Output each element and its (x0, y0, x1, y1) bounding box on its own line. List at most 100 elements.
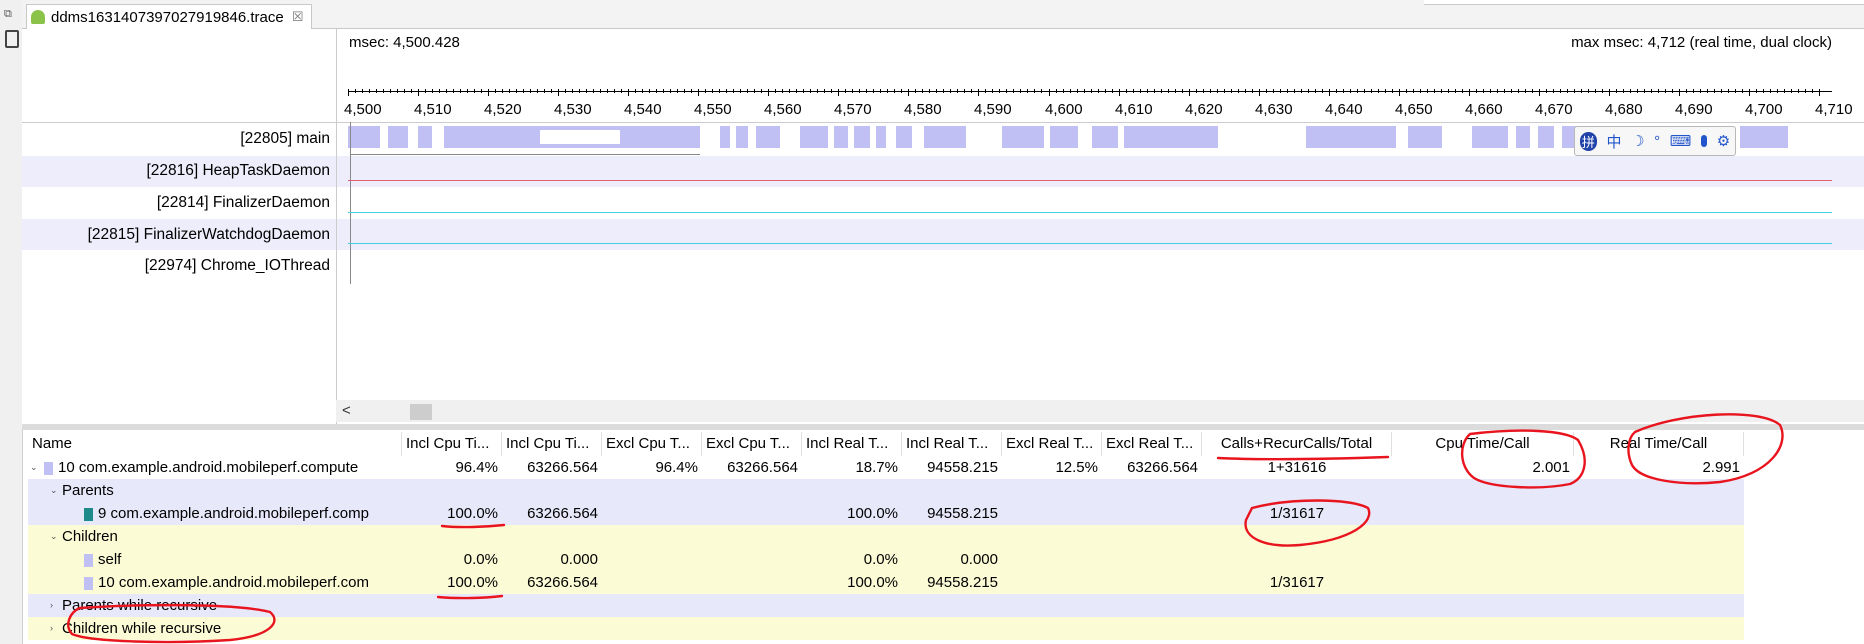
thread-label[interactable]: [22805] main (22, 123, 336, 154)
microphone-icon[interactable] (1701, 135, 1708, 147)
cpu-segment[interactable] (1408, 126, 1442, 148)
table-row[interactable]: 9 com.example.android.mobileperf.comp 100… (28, 502, 1744, 525)
table-row[interactable]: 10 com.example.android.mobileperf.com 100… (28, 571, 1744, 594)
ruler-minor-tick (1266, 89, 1267, 93)
ruler-minor-tick (1490, 89, 1491, 93)
column-header[interactable]: Excl Real T... (1102, 432, 1202, 456)
collapse-toggle-icon[interactable]: ⌄ (50, 479, 58, 502)
cpu-segment[interactable] (876, 126, 886, 148)
ruler-minor-tick (1784, 89, 1785, 93)
cpu-segment[interactable] (800, 126, 828, 148)
chinese-mode-icon[interactable]: 中 (1606, 131, 1621, 152)
ruler-minor-tick (467, 89, 468, 93)
cpu-segment[interactable] (1002, 126, 1044, 148)
cpu-segment[interactable] (1050, 126, 1078, 148)
ruler-minor-tick (810, 89, 811, 93)
cpu-segment[interactable] (1124, 126, 1218, 148)
cpu-segment[interactable] (418, 126, 432, 148)
collapse-toggle-icon[interactable]: ⌄ (30, 456, 38, 479)
column-header[interactable]: Incl Cpu Ti... (502, 432, 602, 456)
punctuation-icon[interactable]: ° (1654, 133, 1660, 150)
ruler-minor-tick (1546, 89, 1547, 93)
scrollbar-thumb[interactable] (410, 404, 432, 420)
table-cell: 100.0% (847, 574, 898, 591)
ruler-minor-tick (1070, 89, 1071, 93)
column-header[interactable]: Calls+RecurCalls/Total (1202, 432, 1392, 456)
ruler-minor-tick (481, 89, 482, 93)
close-tab-icon[interactable]: ☒ (292, 9, 304, 25)
table-cell: 1/31617 (1269, 505, 1325, 522)
ruler-minor-tick (1574, 89, 1575, 93)
cpu-segment[interactable] (1092, 126, 1118, 148)
column-header[interactable]: Excl Cpu T... (702, 432, 802, 456)
ruler-minor-tick (1287, 89, 1288, 93)
cpu-segment[interactable] (1740, 126, 1788, 148)
table-row[interactable]: ⌄ Children (28, 525, 1744, 548)
thread-label[interactable]: [22815] FinalizerWatchdogDaemon (22, 219, 336, 250)
ruler-minor-tick (1595, 89, 1596, 93)
cpu-segment[interactable] (736, 126, 748, 148)
time-cursor[interactable] (350, 122, 351, 284)
table-row[interactable]: › Children while recursive (28, 617, 1744, 640)
column-header[interactable]: Name (28, 432, 402, 456)
column-header[interactable]: Incl Real T... (802, 432, 902, 456)
thread-label[interactable]: [22816] HeapTaskDaemon (22, 155, 336, 186)
thread-label[interactable]: [22814] FinalizerDaemon (22, 187, 336, 218)
device-icon[interactable] (5, 30, 19, 48)
ruler-tick-label: 4,640 (1325, 101, 1363, 118)
gear-icon[interactable]: ⚙ (1717, 132, 1730, 150)
cpu-segment[interactable] (1306, 126, 1396, 148)
cpu-segment[interactable] (834, 126, 848, 148)
expand-toggle-icon[interactable]: › (50, 617, 53, 640)
restore-icon[interactable]: ⧉ (4, 8, 12, 21)
ruler-minor-tick (761, 89, 762, 93)
cpu-segment[interactable] (1516, 126, 1530, 148)
cpu-segment[interactable] (756, 126, 780, 148)
table-row[interactable]: ⌄ Parents (28, 479, 1744, 502)
scroll-left-arrow[interactable]: < (342, 402, 351, 419)
ime-toolbar[interactable]: 拼 中 ☽ ° ⌨ ⚙ (1574, 126, 1736, 156)
ruler-minor-tick (432, 89, 433, 93)
table-row[interactable]: ⌄ 10 com.example.android.mobileperf.compu… (28, 456, 1744, 479)
cpu-segment[interactable] (720, 126, 730, 148)
cpu-segment[interactable] (854, 126, 870, 148)
ruler-minor-tick (523, 89, 524, 93)
table-row[interactable]: › Parents while recursive (28, 594, 1744, 617)
ruler-tick-label: 4,690 (1675, 101, 1713, 118)
ruler-minor-tick (1812, 89, 1813, 93)
cpu-segment[interactable] (348, 126, 380, 148)
column-header[interactable]: Excl Real T... (1002, 432, 1102, 456)
pane-divider[interactable] (22, 424, 1864, 430)
finalizer-line (348, 212, 1832, 213)
column-header[interactable]: Excl Cpu T... (602, 432, 702, 456)
collapse-toggle-icon[interactable]: ⌄ (50, 525, 58, 548)
moon-icon[interactable]: ☽ (1631, 132, 1644, 150)
left-toolbar-strip: ⧉ (0, 0, 23, 644)
selection-range (350, 154, 700, 155)
column-header[interactable]: Incl Real T... (902, 432, 1002, 456)
pinyin-icon[interactable]: 拼 (1579, 131, 1597, 151)
cpu-segment[interactable] (924, 126, 966, 148)
thread-label[interactable]: [22974] Chrome_IOThread (22, 250, 336, 281)
cpu-segment[interactable] (1472, 126, 1508, 148)
cpu-segment[interactable] (1538, 126, 1554, 148)
cpu-segment[interactable] (896, 126, 912, 148)
ruler-minor-tick (1406, 89, 1407, 93)
ruler-minor-tick (1280, 89, 1281, 93)
ruler-minor-tick (1084, 89, 1085, 93)
ruler-tick (1119, 89, 1120, 96)
column-header[interactable]: Cpu Time/Call (1392, 432, 1574, 456)
trace-file-tab[interactable]: ddms1631407397027919846.trace ☒ (26, 4, 313, 29)
cpu-segment[interactable] (452, 126, 540, 148)
column-header[interactable]: Incl Cpu Ti... (402, 432, 502, 456)
horizontal-scrollbar[interactable] (336, 400, 1864, 422)
ruler-minor-tick (670, 89, 671, 93)
cpu-segment[interactable] (388, 126, 408, 148)
expand-toggle-icon[interactable]: › (50, 594, 53, 617)
table-row[interactable]: self 0.0% 0.000 0.0% 0.000 (28, 548, 1744, 571)
ruler-minor-tick (1483, 89, 1484, 93)
column-header[interactable]: Real Time/Call (1574, 432, 1744, 456)
keyboard-icon[interactable]: ⌨ (1670, 132, 1692, 150)
table-cell: 1/31617 (1269, 574, 1325, 591)
ruler-minor-tick (929, 89, 930, 93)
